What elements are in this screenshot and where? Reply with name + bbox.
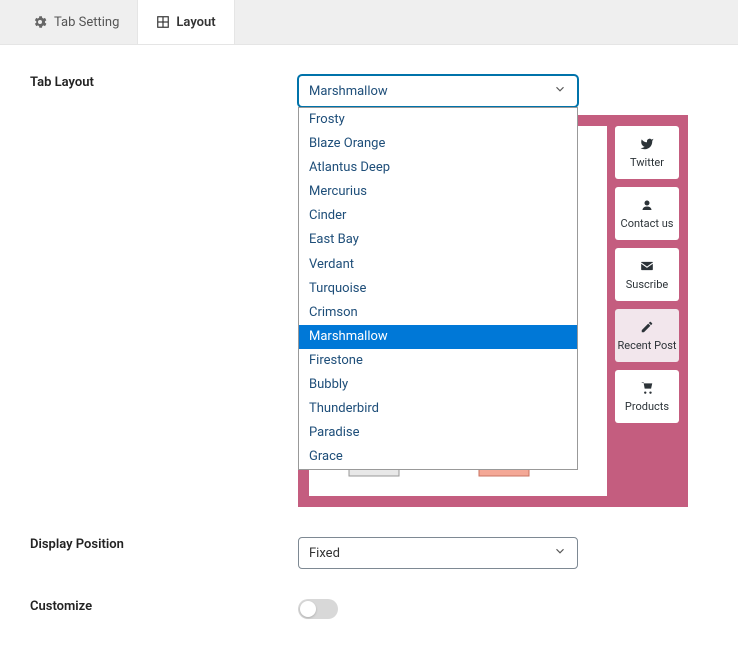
dropdown-option[interactable]: Firestone [299, 349, 577, 373]
dropdown-option[interactable]: Crimson [299, 301, 577, 325]
side-card-twitter[interactable]: Twitter [615, 126, 679, 179]
display-position-control: Fixed [298, 537, 708, 569]
dropdown-option[interactable]: East Bay [299, 228, 577, 252]
customize-label: Customize [30, 599, 298, 619]
mail-icon [640, 258, 654, 274]
dropdown-option[interactable]: Frosty [299, 108, 577, 132]
side-card-suscribe[interactable]: Suscribe [615, 248, 679, 301]
dropdown-option[interactable]: Paradise [299, 421, 577, 445]
dropdown-option[interactable]: Marshmallow [299, 325, 577, 349]
side-card-label: Suscribe [626, 278, 668, 291]
side-card-label: Twitter [630, 156, 664, 169]
dropdown-option[interactable]: Mercurius [299, 180, 577, 204]
grid-icon [156, 15, 170, 29]
side-card-products[interactable]: Products [615, 370, 679, 423]
dropdown-option[interactable]: Cinder [299, 204, 577, 228]
display-position-label: Display Position [30, 537, 298, 569]
chevron-down-icon [553, 544, 567, 562]
customize-control [298, 599, 708, 619]
side-card-label: Recent Post [617, 339, 676, 352]
cart-icon [640, 380, 654, 396]
tab-layout-label: Layout [176, 15, 215, 30]
tab-setting-label: Tab Setting [54, 15, 119, 30]
tab-layout-dropdown: FrostyBlaze OrangeAtlantus DeepMercurius… [298, 107, 578, 470]
top-tabs: Tab Setting Layout [0, 0, 738, 45]
dropdown-option[interactable]: Bubbly [299, 373, 577, 397]
field-display-position: Display Position Fixed [30, 537, 708, 569]
tab-setting[interactable]: Tab Setting [14, 0, 137, 44]
display-position-select[interactable]: Fixed [298, 537, 578, 569]
tab-layout-select[interactable]: Marshmallow [298, 75, 578, 107]
chevron-down-icon [553, 82, 567, 100]
tab-layout[interactable]: Layout [137, 0, 234, 44]
preview-side-panel: Twitter Contact us Suscribe [607, 116, 687, 506]
dropdown-option[interactable]: Atlantus Deep [299, 156, 577, 180]
side-card-contact[interactable]: Contact us [615, 187, 679, 240]
gear-icon [32, 14, 48, 30]
dropdown-option[interactable]: Thunderbird [299, 397, 577, 421]
dropdown-option[interactable]: Grace [299, 445, 577, 469]
tab-layout-label: Tab Layout [30, 75, 298, 507]
tab-layout-selected: Marshmallow [309, 84, 388, 99]
dropdown-option[interactable]: Verdant [299, 253, 577, 277]
content-area: Tab Layout Marshmallow FrostyBlaze Orang… [0, 45, 738, 669]
user-icon [641, 197, 653, 213]
toggle-knob [300, 601, 316, 617]
field-tab-layout: Tab Layout Marshmallow FrostyBlaze Orang… [30, 75, 708, 507]
twitter-icon [640, 136, 654, 152]
side-card-recent-post[interactable]: Recent Post [615, 309, 679, 362]
side-card-label: Contact us [621, 217, 674, 230]
customize-toggle[interactable] [298, 599, 338, 619]
edit-icon [640, 319, 654, 335]
display-position-selected: Fixed [309, 546, 340, 561]
side-card-label: Products [625, 400, 669, 413]
dropdown-option[interactable]: Blaze Orange [299, 132, 577, 156]
field-customize: Customize [30, 599, 708, 619]
dropdown-option[interactable]: Turquoise [299, 277, 577, 301]
tab-layout-control: Marshmallow FrostyBlaze OrangeAtlantus D… [298, 75, 708, 507]
